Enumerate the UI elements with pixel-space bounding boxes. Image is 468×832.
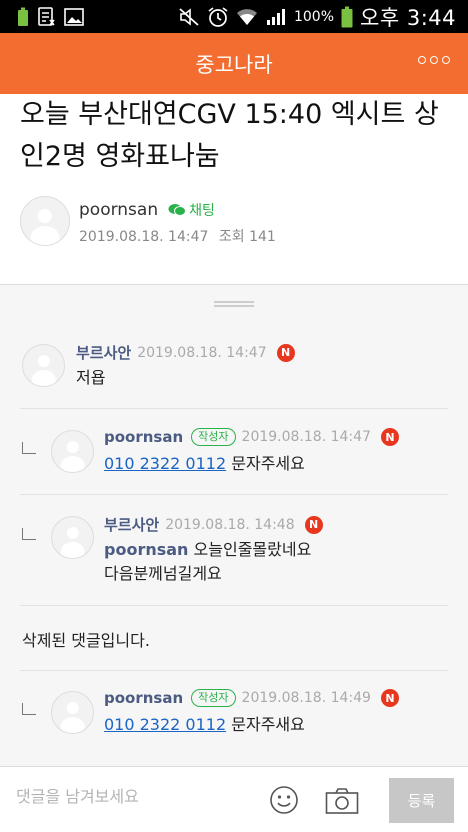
camera-icon[interactable] (325, 787, 359, 819)
comment-date: 2019.08.18. 14:47 (137, 344, 267, 361)
comment-author[interactable]: poornsan (104, 428, 183, 446)
comment-body: poornsan 오늘인줄몰랐네요 다음분께넘길게요 (104, 538, 311, 586)
wifi-icon (236, 7, 258, 27)
comment-text: 문자주세요 (231, 454, 305, 473)
phone-link[interactable]: 010 2322 0112 (104, 715, 226, 734)
battery-saver-icon (16, 7, 30, 27)
reply-arrow-icon (22, 703, 36, 715)
comment-input[interactable] (16, 787, 246, 806)
alarm-icon (207, 6, 229, 28)
signal-icon (265, 7, 287, 27)
chat-label: 채팅 (189, 203, 215, 219)
exchange-icon (38, 6, 56, 27)
divider (20, 670, 448, 671)
comment-body: 010 2322 0112 문자주세요 (104, 452, 305, 476)
emoji-icon[interactable] (269, 785, 299, 819)
submit-button[interactable]: 등록 (389, 778, 454, 823)
header-title: 중고나라 (195, 52, 273, 77)
comment-author[interactable]: 부르사안 (76, 342, 131, 363)
comment-date: 2019.08.18. 14:47 (241, 429, 371, 445)
reply-arrow-icon (22, 442, 36, 454)
avatar[interactable] (20, 196, 70, 246)
app-header: 중고나라 (0, 33, 468, 94)
gallery-icon (64, 7, 84, 26)
author-name[interactable]: poornsan (79, 200, 158, 220)
avatar[interactable] (51, 691, 94, 734)
comment-text: 오늘인줄몰랐네요 (193, 540, 312, 559)
comment-body: 010 2322 0112 문자주새요 (104, 713, 305, 737)
comment-author[interactable]: poornsan (104, 689, 183, 707)
new-badge: N (380, 689, 399, 707)
writer-badge: 작성자 (191, 428, 236, 446)
chat-button[interactable]: 채팅 (168, 200, 215, 220)
comment-mention[interactable]: poornsan (104, 540, 188, 559)
comments-panel: 부르사안 2019.08.18. 14:47 N 저욥 poornsan 작성자… (0, 284, 468, 766)
comment-text-line2: 다음분께넘길게요 (104, 564, 222, 583)
comment-input-bar: 등록 (0, 766, 468, 832)
battery-icon (341, 6, 353, 28)
comment-text: 문자주새요 (231, 715, 305, 734)
post-title: 오늘 부산대연CGV 15:40 엑시트 상인2명 영화표나눔 (20, 99, 439, 172)
avatar[interactable] (22, 344, 65, 387)
avatar[interactable] (51, 430, 94, 473)
deleted-comment: 삭제된 댓글입니다. (22, 631, 150, 650)
comment-date: 2019.08.18. 14:49 (241, 690, 371, 706)
comment-author[interactable]: 부르사안 (104, 514, 159, 535)
more-options-icon[interactable] (418, 56, 450, 64)
reply-arrow-icon (22, 528, 36, 540)
post-views: 조회 141 (218, 229, 276, 245)
divider (20, 408, 448, 409)
battery-percent: 100% (293, 8, 335, 25)
status-bar: 100% 오후 3:44 (0, 0, 468, 33)
comment-date: 2019.08.18. 14:48 (165, 516, 295, 533)
writer-badge: 작성자 (191, 689, 236, 707)
divider (20, 605, 448, 606)
post-date: 2019.08.18. 14:47 (79, 229, 209, 245)
new-badge: N (304, 515, 323, 534)
comment-text: 저욥 (76, 368, 106, 387)
phone-link[interactable]: 010 2322 0112 (104, 454, 226, 473)
chat-icon (168, 204, 187, 216)
avatar[interactable] (51, 516, 94, 559)
mute-icon (178, 7, 200, 27)
status-time: 오후 3:44 (360, 5, 456, 30)
new-badge: N (380, 428, 399, 446)
post-author: poornsan 채팅 2019.08.18. 14:47 조회 141 (20, 196, 276, 246)
drag-handle[interactable] (214, 301, 254, 307)
new-badge: N (276, 343, 295, 362)
divider (20, 494, 448, 495)
